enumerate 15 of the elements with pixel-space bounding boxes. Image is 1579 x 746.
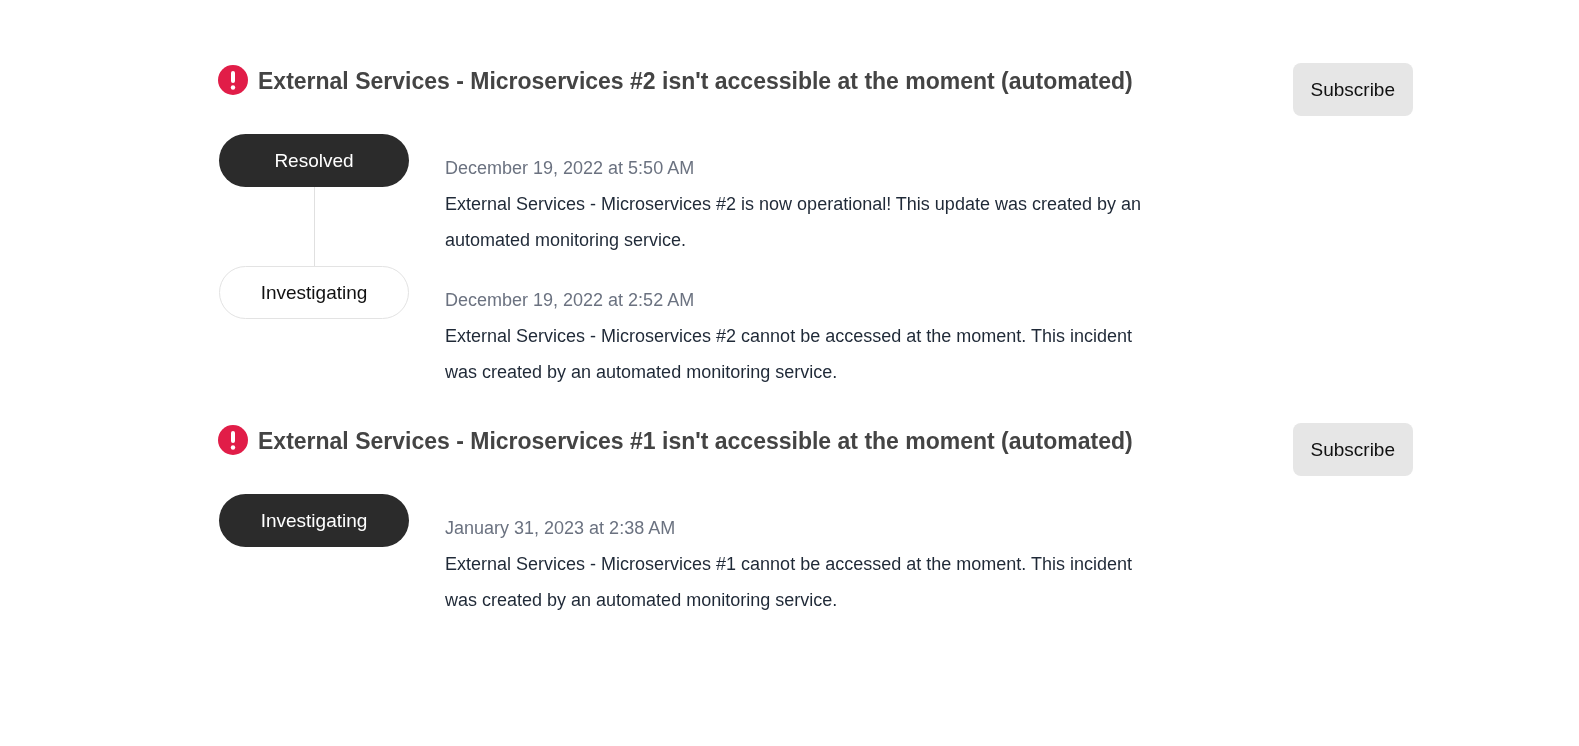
alert-icon <box>218 65 248 95</box>
update-date: December 19, 2022 at 5:50 AM <box>445 157 696 180</box>
update-message: External Services - Microservices #1 cannot be accessed at the moment. This incident was created by an automated monitoring service. <box>445 553 1133 612</box>
status-badge: Resolved <box>219 134 409 187</box>
incident-title: External Services - Microservices #2 isn't accessible at the moment (automated) <box>258 67 1134 96</box>
subscribe-button[interactable]: Subscribe <box>1292 423 1413 476</box>
update-date: January 31, 2023 at 2:38 AM <box>445 517 677 540</box>
incident-title: External Services - Microservices #1 isn't accessible at the moment (automated) <box>258 427 1134 456</box>
status-badge: Investigating <box>219 266 409 319</box>
subscribe-button[interactable]: Subscribe <box>1292 63 1413 116</box>
update-message: External Services - Microservices #2 cannot be accessed at the moment. This incident was created by an automated monitoring service. <box>445 325 1133 384</box>
update-message: External Services - Microservices #2 is now operational! This update was created by an automated monitoring service. <box>445 193 1142 252</box>
status-badge: Investigating <box>219 494 409 547</box>
update-date: December 19, 2022 at 2:52 AM <box>445 289 696 312</box>
alert-icon <box>218 425 248 455</box>
